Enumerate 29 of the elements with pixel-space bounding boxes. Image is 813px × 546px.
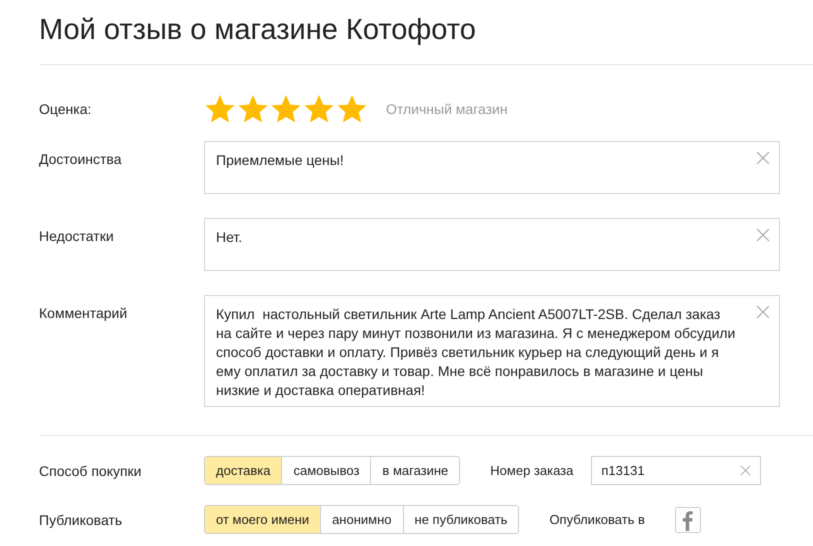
field-label: Достоинства xyxy=(39,150,122,167)
field-label: Номер заказа xyxy=(490,463,574,478)
text-area[interactable]: Купил настольный светильник Arte Lamp Ancient A5007LT-2SB. Сделал заказ на сайте и через пару минут позвонили из магазина. Я с менеджером обсудили способ доставки и оплату. Привёз светильник курьер на следующий день и я ему оплатил за доставку и товар. Мне всё понравилось в магазине и цены низкие и доставка оперативная! xyxy=(204,295,780,407)
rating-caption: Отличный магазин xyxy=(386,101,508,117)
star-rating[interactable] xyxy=(204,93,368,125)
field-label: Опубликовать в xyxy=(549,512,645,527)
text-area[interactable]: Приемлемые цены! xyxy=(204,141,780,194)
clear-icon[interactable] xyxy=(740,465,752,476)
clear-icon[interactable] xyxy=(756,228,770,242)
field-label: Комментарий xyxy=(39,304,128,321)
text-area[interactable]: Нет. xyxy=(204,218,780,271)
input-field[interactable]: п13131 xyxy=(591,456,762,485)
option-button[interactable]: доставка xyxy=(205,457,282,484)
option-button[interactable]: в магазине xyxy=(370,457,460,484)
star-icon[interactable] xyxy=(270,93,302,125)
field-label: Публиковать xyxy=(39,512,124,528)
option-button[interactable]: от моего имени xyxy=(205,506,320,533)
clear-icon[interactable] xyxy=(756,151,770,165)
clear-icon[interactable] xyxy=(756,305,770,319)
field-label: Оценка: xyxy=(39,101,92,117)
star-icon[interactable] xyxy=(336,93,368,125)
star-icon[interactable] xyxy=(237,93,269,125)
facebook-icon[interactable] xyxy=(674,506,701,532)
field-label: Недостатки xyxy=(39,227,115,244)
star-icon[interactable] xyxy=(303,93,335,125)
star-icon[interactable] xyxy=(204,93,236,125)
option-button[interactable]: не публиковать xyxy=(402,506,518,533)
page-title: Мой отзыв о магазине Котофото xyxy=(39,13,476,48)
field-label: Способ покупки xyxy=(39,462,143,478)
